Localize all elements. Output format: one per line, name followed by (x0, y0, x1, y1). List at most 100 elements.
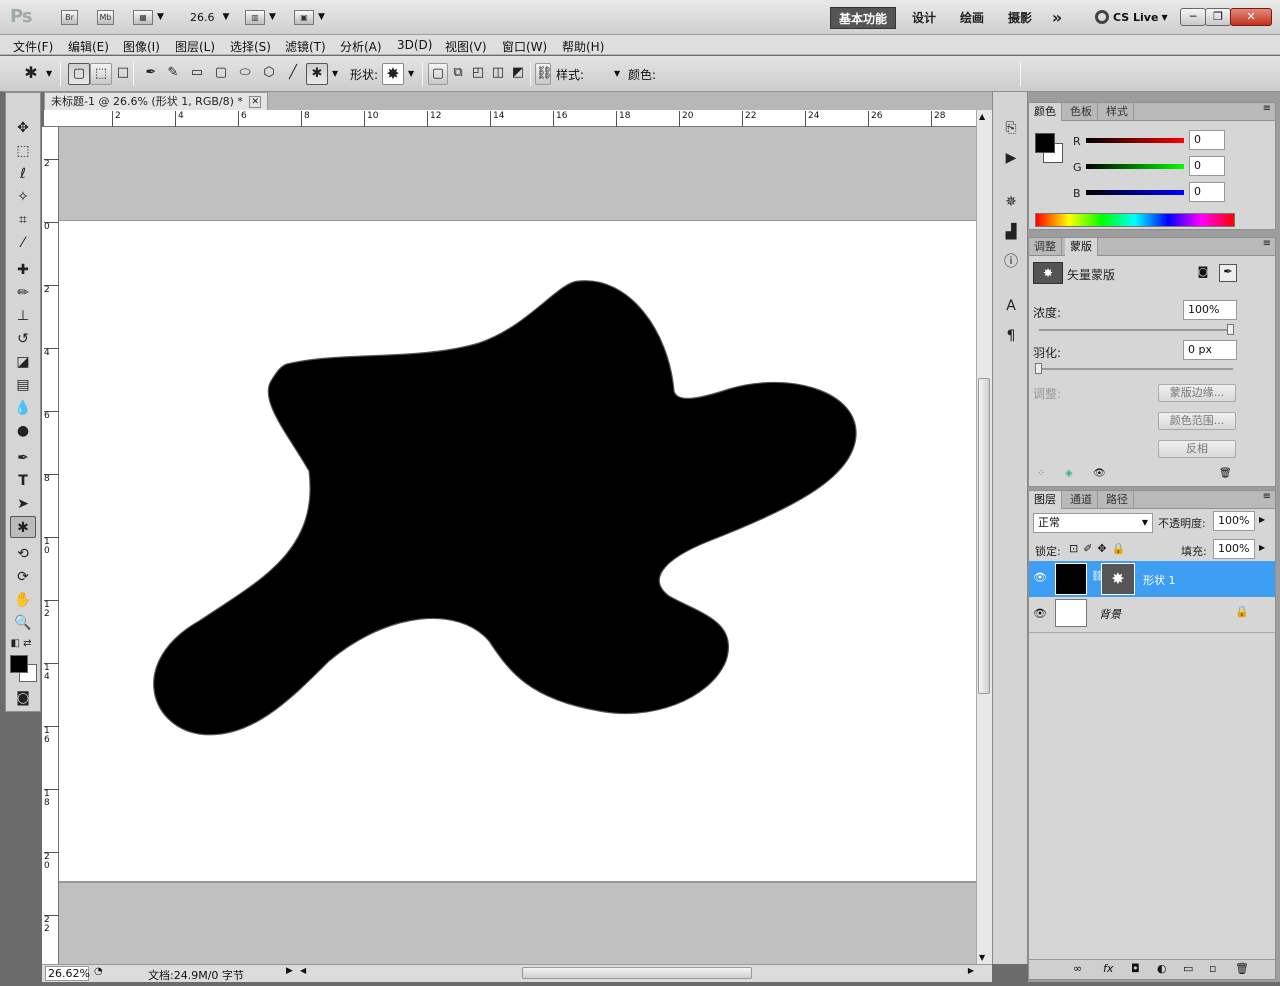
screen-mode-button[interactable]: ▣ (294, 10, 314, 25)
panel-menu-icon[interactable]: ≡ (1263, 103, 1271, 114)
subtract-shape-area-icon[interactable]: ◰ (468, 63, 488, 85)
link-layers-icon[interactable]: ∞ (1073, 962, 1082, 975)
chevron-down-icon[interactable]: ▼ (614, 69, 620, 78)
crop-tool-icon[interactable]: ⌗ (10, 209, 36, 231)
quick-mask-icon[interactable]: ◙ (10, 687, 36, 709)
chevron-down-icon[interactable]: ▼ (157, 7, 164, 27)
workspace-painting[interactable]: 绘画 (952, 7, 992, 29)
shape-layers-mode-button[interactable]: ▢ (68, 63, 90, 85)
r-value[interactable]: 0 (1189, 130, 1225, 150)
dodge-tool-icon[interactable]: ● (10, 420, 36, 442)
color-range-button[interactable]: 颜色范围... (1158, 412, 1236, 430)
scroll-right-icon[interactable]: ▶ (968, 966, 974, 975)
custom-shape-tool-icon[interactable]: ✱ (10, 516, 36, 538)
density-slider-thumb[interactable] (1227, 324, 1234, 335)
lasso-tool-icon[interactable]: ℓ (10, 163, 36, 185)
maximize-button[interactable]: ❐ (1205, 8, 1231, 26)
canvas-area[interactable] (59, 127, 976, 964)
scroll-up-icon[interactable]: ▲ (979, 112, 985, 121)
menu-file[interactable]: 文件(F) (13, 38, 53, 55)
tab-channels[interactable]: 通道 (1065, 491, 1098, 509)
scroll-left-icon[interactable]: ◀ (300, 966, 306, 975)
bridge-button[interactable]: Br (61, 10, 78, 25)
rectangle-tool-icon[interactable]: ▭ (186, 63, 208, 85)
minimize-button[interactable]: ─ (1180, 8, 1206, 26)
panel-menu-icon[interactable]: ≡ (1263, 491, 1271, 502)
pen-tool-icon[interactable]: ✒ (140, 63, 162, 85)
density-field[interactable]: 100% (1183, 300, 1237, 320)
chevron-down-icon[interactable]: ▼ (46, 69, 52, 78)
adjustment-layer-icon[interactable]: ◐ (1157, 962, 1167, 975)
r-slider[interactable] (1086, 138, 1184, 143)
vertical-scrollbar[interactable]: ▲ ▼ (976, 110, 992, 964)
line-tool-icon[interactable]: ╱ (282, 63, 304, 85)
zoom-tool-icon[interactable]: 🔍 (10, 612, 36, 634)
mask-visibility-icon[interactable]: 👁 (1093, 468, 1106, 479)
quick-selection-tool-icon[interactable]: ✧ (10, 186, 36, 208)
vertical-scroll-thumb[interactable] (978, 378, 990, 694)
gradient-tool-icon[interactable]: ▤ (10, 374, 36, 396)
intersect-shape-area-icon[interactable]: ◫ (488, 63, 508, 85)
menu-edit[interactable]: 编辑(E) (68, 38, 109, 55)
b-value[interactable]: 0 (1189, 182, 1225, 202)
new-layer-icon[interactable]: ▫ (1209, 962, 1216, 975)
move-tool-icon[interactable]: ✥ (10, 117, 36, 139)
ellipse-tool-icon[interactable]: ⬭ (234, 63, 256, 85)
zoom-level-dropdown[interactable]: 26.6 ▼ (190, 7, 229, 27)
chevron-down-icon[interactable]: ▼ (318, 7, 325, 27)
menu-select[interactable]: 选择(S) (230, 38, 271, 55)
menu-analysis[interactable]: 分析(A) (340, 38, 382, 55)
tool-preset-picker-icon[interactable]: ✱ (20, 63, 42, 85)
fill-slider-arrow-icon[interactable]: ▶ (1259, 543, 1265, 552)
status-menu-arrow-icon[interactable]: ▶ (286, 966, 293, 976)
close-document-icon[interactable]: ✕ (249, 96, 261, 108)
healing-brush-tool-icon[interactable]: ✚ (10, 259, 36, 281)
layer-style-icon[interactable]: fx (1103, 962, 1113, 975)
path-selection-tool-icon[interactable]: ➤ (10, 493, 36, 515)
view-extras-button[interactable]: ▦ (133, 10, 153, 25)
3d-orbit-tool-icon[interactable]: ⟳ (10, 566, 36, 588)
tab-adjustments[interactable]: 调整 (1029, 238, 1062, 256)
blend-mode-select[interactable]: 正常 ▼ (1033, 513, 1153, 533)
freeform-pen-icon[interactable]: ✎ (162, 63, 184, 85)
b-slider[interactable] (1086, 190, 1184, 195)
load-selection-icon[interactable]: ⁘ (1037, 468, 1045, 479)
lock-icons[interactable]: ⊡✐✥🔒 (1069, 542, 1130, 555)
menu-image[interactable]: 图像(I) (123, 38, 160, 55)
vector-mask-icon[interactable]: ✒ (1219, 264, 1237, 282)
info-panel-icon[interactable]: ⓘ (1000, 252, 1022, 272)
workspace-photography[interactable]: 摄影 (1000, 7, 1040, 29)
chevron-down-icon[interactable]: ▼ (269, 7, 276, 27)
menu-layer[interactable]: 图层(L) (175, 38, 215, 55)
tab-masks[interactable]: 蒙版 (1065, 238, 1098, 256)
tab-swatches[interactable]: 色板 (1065, 103, 1098, 121)
new-shape-layer-button[interactable]: ▢ (428, 63, 448, 85)
brush-tool-icon[interactable]: ✏ (10, 282, 36, 304)
opacity-field[interactable]: 100% (1213, 511, 1255, 531)
layer-row[interactable]: 👁 ⛓ ✸ 形状 1 (1029, 561, 1275, 597)
default-colors-icon[interactable]: ◧ ⇄ (8, 633, 34, 655)
workspace-essentials[interactable]: 基本功能 (830, 7, 896, 29)
blur-tool-icon[interactable]: 💧 (10, 397, 36, 419)
menu-view[interactable]: 视图(V) (445, 38, 487, 55)
tab-styles[interactable]: 样式 (1101, 103, 1134, 121)
pixel-mask-icon[interactable]: ◙ (1195, 265, 1211, 281)
chevron-down-icon[interactable]: ▼ (408, 69, 414, 78)
foreground-color-swatch[interactable] (10, 655, 28, 673)
chevron-down-icon[interactable]: ▼ (332, 69, 338, 78)
g-value[interactable]: 0 (1189, 156, 1225, 176)
status-info-icon[interactable]: ◔ (94, 966, 103, 977)
link-style-icon[interactable]: ⛓ (535, 63, 553, 85)
histogram-panel-icon[interactable]: ▟ (1000, 222, 1022, 242)
3d-rotate-tool-icon[interactable]: ⟲ (10, 543, 36, 565)
clone-stamp-tool-icon[interactable]: ⊥ (10, 305, 36, 327)
add-to-shape-area-icon[interactable]: ⧉ (448, 63, 468, 85)
document-canvas[interactable] (59, 220, 976, 883)
eye-icon[interactable]: 👁 (1033, 571, 1047, 584)
feather-slider-thumb[interactable] (1035, 363, 1042, 374)
tab-layers[interactable]: 图层 (1029, 491, 1062, 509)
apply-mask-icon[interactable]: ◈ (1065, 468, 1073, 479)
opacity-slider-arrow-icon[interactable]: ▶ (1259, 515, 1265, 524)
delete-layer-icon[interactable]: 🗑 (1235, 962, 1249, 975)
rounded-rectangle-icon[interactable]: ▢ (210, 63, 232, 85)
